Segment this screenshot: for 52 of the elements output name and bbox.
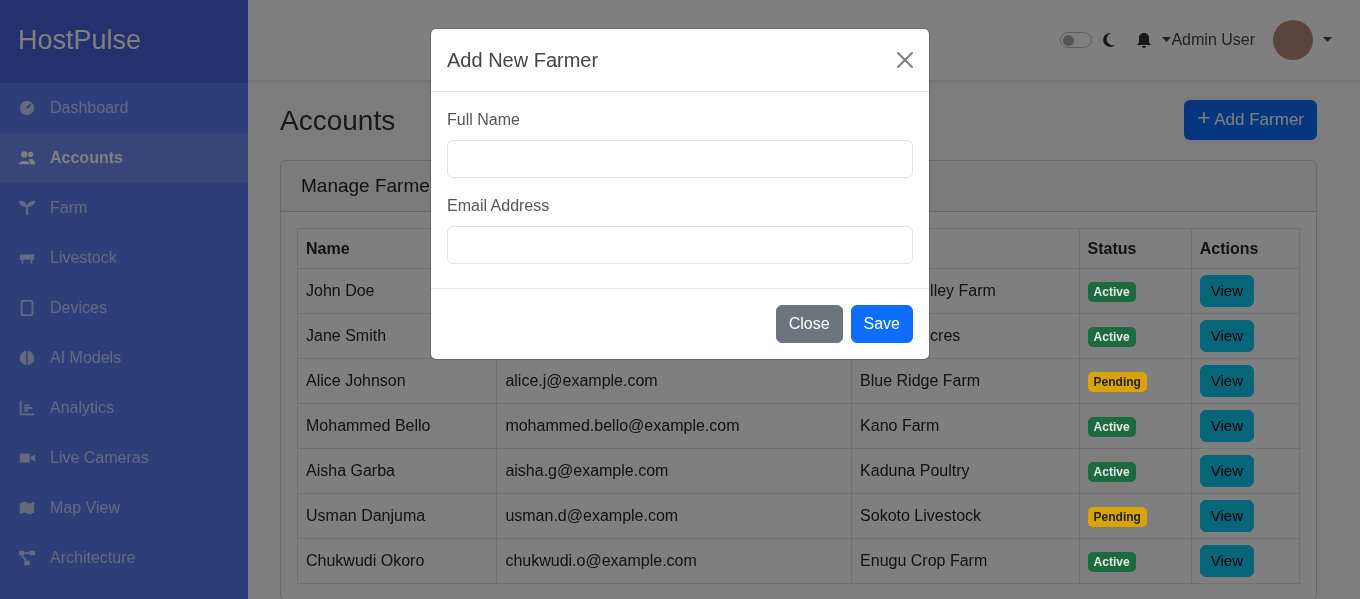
add-farmer-button[interactable]: + Add Farmer bbox=[1184, 100, 1317, 140]
status-badge: Pending bbox=[1087, 507, 1147, 527]
sidebar-label: Accounts bbox=[50, 148, 123, 168]
bell-icon[interactable] bbox=[1136, 32, 1153, 48]
table-cell: mohammed.bello@example.com bbox=[496, 403, 852, 449]
chart-icon bbox=[18, 399, 36, 417]
table-cell: usman.d@example.com bbox=[496, 493, 852, 539]
view-button[interactable]: View bbox=[1199, 454, 1254, 488]
avatar[interactable] bbox=[1273, 20, 1313, 60]
gauge-icon bbox=[18, 99, 36, 117]
column-header: Actions bbox=[1191, 228, 1300, 269]
brain-icon bbox=[18, 349, 36, 367]
status-badge: Active bbox=[1087, 282, 1136, 302]
table-cell: chukwudi.o@example.com bbox=[496, 538, 852, 584]
save-button[interactable]: Save bbox=[850, 305, 913, 343]
sprout-icon bbox=[18, 199, 36, 217]
view-button[interactable]: View bbox=[1199, 409, 1254, 443]
status-badge: Active bbox=[1087, 552, 1136, 572]
column-header: Status bbox=[1079, 228, 1192, 269]
tablet-icon bbox=[18, 299, 36, 317]
table-cell: Aisha Garba bbox=[297, 448, 497, 494]
table-cell: Enugu Crop Farm bbox=[851, 538, 1080, 584]
table-cell: Chukwudi Okoro bbox=[297, 538, 497, 584]
modal-title: Add New Farmer bbox=[447, 48, 599, 73]
users-icon bbox=[18, 149, 36, 167]
user-menu[interactable]: Admin User bbox=[1162, 28, 1255, 52]
field-label: Full Name bbox=[447, 110, 520, 130]
table-cell: Kaduna Poultry bbox=[851, 448, 1080, 494]
page-title: Accounts bbox=[280, 104, 396, 138]
input-field[interactable] bbox=[447, 226, 913, 264]
status-badge: Active bbox=[1087, 417, 1136, 437]
close-button[interactable]: Close bbox=[775, 305, 843, 343]
table-cell: Sokoto Livestock bbox=[851, 493, 1080, 539]
view-button[interactable]: View bbox=[1199, 274, 1254, 308]
caret-icon[interactable] bbox=[1323, 37, 1332, 43]
status-badge: Active bbox=[1087, 327, 1136, 347]
moon-icon bbox=[1102, 32, 1117, 48]
input-field[interactable] bbox=[447, 140, 913, 178]
table-cell: aisha.g@example.com bbox=[496, 448, 852, 494]
view-button[interactable]: View bbox=[1199, 364, 1254, 398]
table-cell: Usman Danjuma bbox=[297, 493, 497, 539]
caret-icon bbox=[1162, 37, 1172, 43]
table-cell: Kano Farm bbox=[851, 403, 1080, 449]
view-button[interactable]: View bbox=[1199, 544, 1254, 578]
status-badge: Pending bbox=[1087, 372, 1147, 392]
status-badge: Active bbox=[1087, 462, 1136, 482]
map-icon bbox=[18, 499, 36, 517]
view-button[interactable]: View bbox=[1199, 499, 1254, 533]
table-cell: Mohammed Bello bbox=[297, 403, 497, 449]
view-button[interactable]: View bbox=[1199, 319, 1254, 353]
network-icon bbox=[18, 549, 36, 567]
app-logo[interactable]: HostPulse bbox=[0, 0, 248, 83]
